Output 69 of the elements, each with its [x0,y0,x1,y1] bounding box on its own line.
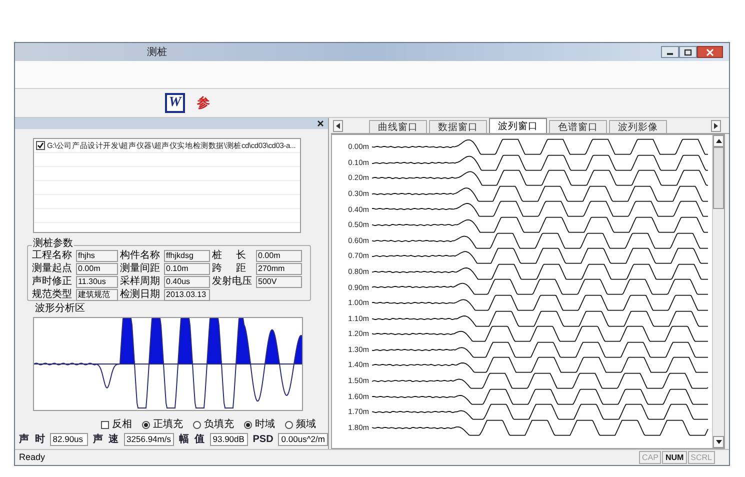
scroll-right-button[interactable] [711,120,721,132]
checkbox[interactable] [101,420,109,428]
field-label: PSD [252,432,274,446]
status-indicator: SCRL [688,451,715,464]
group-title: 测桩参数 [32,238,74,250]
radio-option[interactable]: 时域 [244,418,275,430]
close-icon [706,48,714,56]
field-label: 测量间距 [120,263,161,275]
field-label: 桩 长 [212,250,247,262]
value-field: ffhjkdsg [164,250,210,262]
section-title: 波形分析区 [35,303,86,315]
left-arrow-icon [336,123,340,129]
value-field: 3256.94m/s [124,432,174,446]
value-field: 建筑规范 [76,289,118,301]
field-label: 发射电压 [212,276,253,288]
field-label: 测量起点 [32,263,73,275]
value-field: 2013.03.13 [164,289,210,301]
tab[interactable]: 色谱窗口 [549,120,607,133]
radio-button[interactable] [285,420,293,428]
close-button[interactable] [697,46,723,58]
value-field: 500V [256,276,302,288]
field-label: 采样周期 [120,276,161,288]
field-label: 声 时 [19,432,45,446]
field-label: 检测日期 [120,289,161,301]
scroll-left-button[interactable] [333,120,343,132]
right-arrow-icon [714,123,718,129]
word-button[interactable]: W [165,93,185,113]
value-field: 0.10m [164,263,210,275]
close-icon[interactable] [317,120,324,127]
radio-button[interactable] [244,420,252,428]
tab[interactable]: 波列窗口 [489,118,547,133]
tab[interactable]: 波列影像 [609,120,667,133]
radio-button[interactable] [193,420,201,428]
radio-button[interactable] [142,420,150,428]
value-field: 0.00us^2/m [278,432,328,446]
value-field: fhjhs [76,250,118,262]
field-label: 工程名称 [32,250,73,262]
down-arrow-icon[interactable] [716,440,722,444]
field-label: 跨 距 [212,263,247,275]
radio-option[interactable]: 正填充 [142,418,183,430]
value-field: 0.00m [76,263,118,275]
value-field: 93.90dB [210,432,248,446]
maximize-icon [684,48,692,56]
radio-option[interactable]: 频域 [285,418,316,430]
value-field: 0.40us [164,276,210,288]
maximize-button[interactable] [679,46,697,58]
status-text: Ready [19,450,46,464]
tab[interactable]: 数据窗口 [429,120,487,133]
window-title: 测桩 [147,46,167,60]
tab[interactable]: 曲线窗口 [369,120,427,133]
value-field: 11.30us [76,276,118,288]
field-label: 声时修正 [32,276,73,288]
value-field: 270mm [256,263,302,275]
value-field: 0.00m [256,250,302,262]
field-label: 幅 值 [178,432,205,446]
minimize-button[interactable] [661,46,679,58]
field-label: 规范类型 [32,289,73,301]
field-label: 构件名称 [120,250,161,262]
field-label: 声 速 [92,432,119,446]
scrollbar-thumb[interactable] [713,147,724,209]
scrollbar[interactable] [712,135,724,448]
toolbar-button[interactable]: 参 [195,93,212,113]
checkbox-option[interactable]: 反相 [101,418,132,430]
radio-option[interactable]: 负填充 [193,418,234,430]
up-arrow-icon[interactable] [716,139,722,143]
checkbox[interactable] [36,141,45,150]
status-indicator: CAP [638,451,662,464]
value-field: 82.90us [50,432,88,446]
status-indicator: NUM [662,451,687,464]
